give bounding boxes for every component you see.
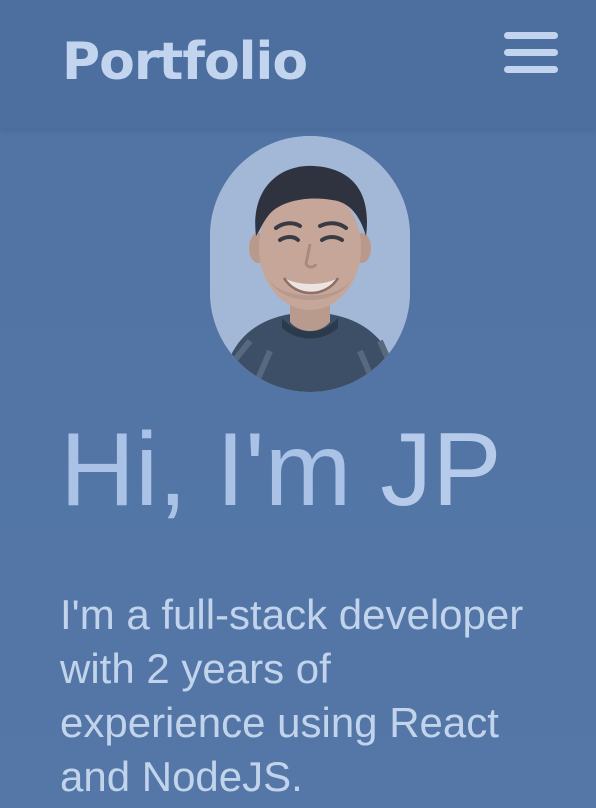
hamburger-menu-icon[interactable]	[500, 26, 562, 80]
menu-bar-top	[504, 32, 558, 39]
top-navbar: Portfolio	[0, 0, 596, 128]
hero-greeting: Hi, I'm	[60, 412, 381, 528]
profile-photo	[210, 136, 410, 392]
menu-bar-middle	[504, 49, 558, 56]
brand-logo[interactable]: Portfolio	[62, 26, 308, 98]
avatar	[210, 136, 410, 392]
hero-intro-text: I'm a full-stack developer with 2 years …	[60, 591, 524, 800]
hero-name: JP	[380, 412, 502, 528]
menu-bar-bottom	[504, 66, 558, 73]
hero-title: Hi, I'm JP	[60, 410, 502, 530]
